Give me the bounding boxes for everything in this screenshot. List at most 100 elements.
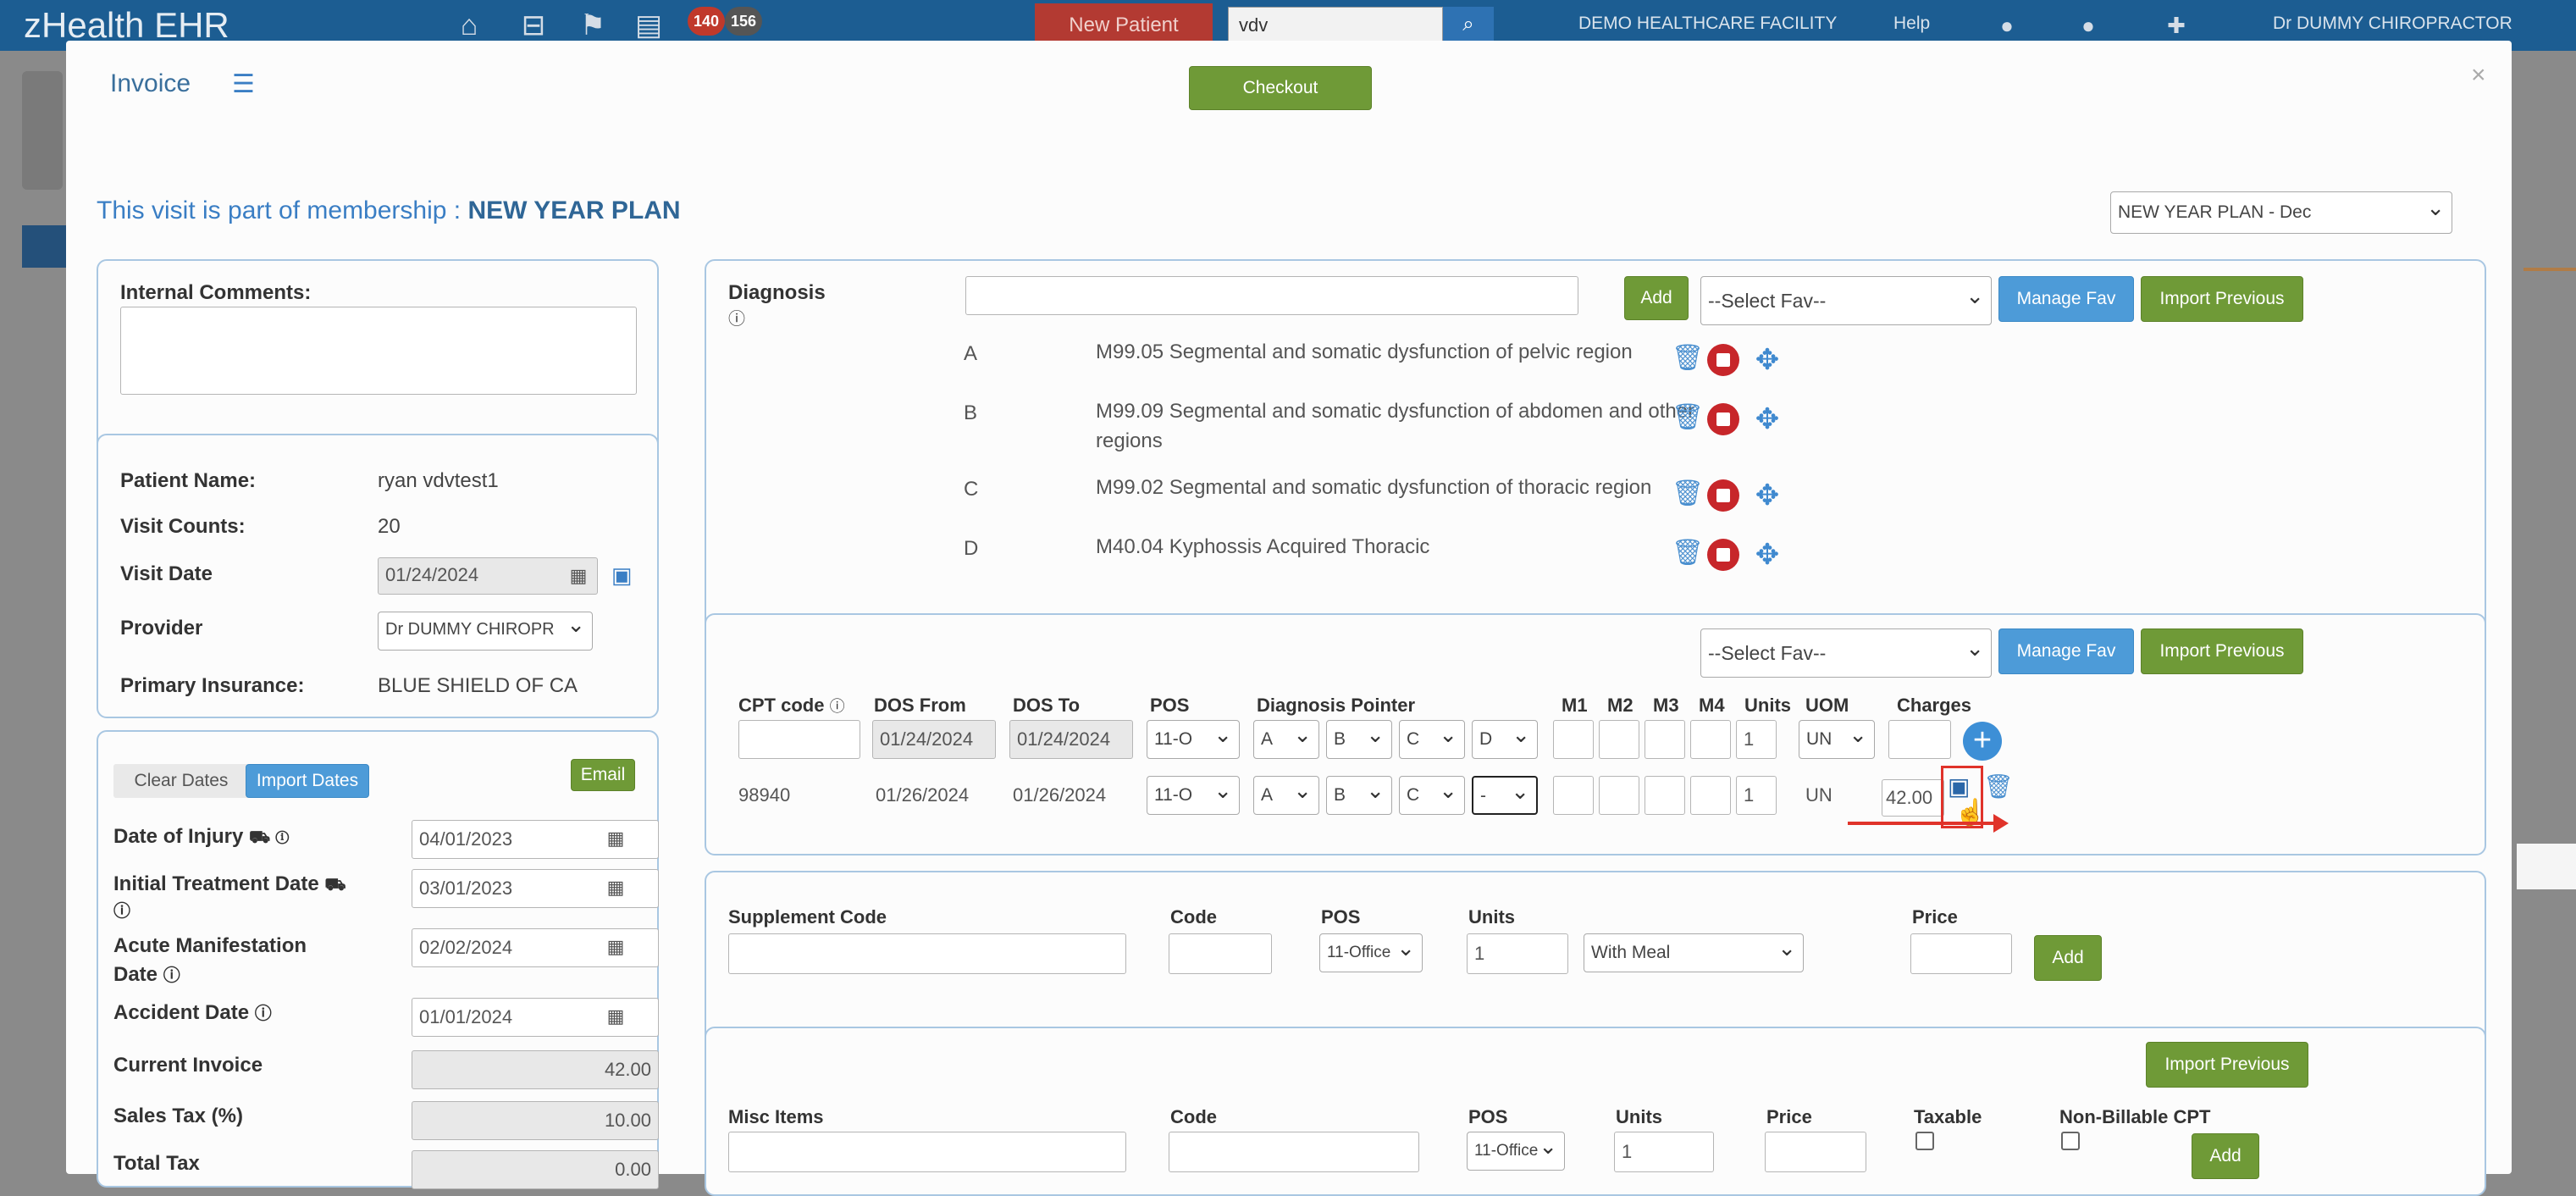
bell-icon[interactable]: ● — [1990, 8, 2024, 42]
diagnosis-letter: D — [964, 537, 979, 560]
row-m4-input[interactable] — [1690, 776, 1731, 815]
dos-from-input[interactable]: 01/24/2024 — [872, 720, 996, 759]
save-row-icon[interactable]: ▣ — [1948, 772, 1970, 800]
diagnosis-add-button[interactable]: Add — [1624, 276, 1689, 320]
supplement-code-input[interactable] — [728, 933, 1126, 974]
move-icon[interactable]: ✥ — [1751, 479, 1783, 512]
calendar-icon[interactable]: ▦ — [567, 566, 589, 586]
flag-icon[interactable]: ⚑ — [576, 8, 610, 42]
membership-select[interactable]: NEW YEAR PLAN - Dec — [2110, 191, 2452, 234]
row-m1-input[interactable] — [1553, 776, 1594, 815]
trash-icon[interactable]: 🗑 — [1672, 539, 1704, 568]
add-user-icon[interactable]: ✚ — [2159, 8, 2193, 42]
pointer-c-select[interactable]: C — [1399, 720, 1465, 759]
misc-pos-select[interactable]: 11-Office — [1467, 1132, 1565, 1171]
supplement-add-button[interactable]: Add — [2034, 935, 2102, 981]
provider-select[interactable]: Dr DUMMY CHIROPR — [378, 612, 593, 651]
misc-taxable-checkbox[interactable] — [1915, 1132, 1934, 1150]
save-icon[interactable]: ▣ — [611, 562, 633, 589]
patient-search-input[interactable]: vdv — [1228, 7, 1443, 42]
diagnosis-search-input[interactable] — [965, 276, 1578, 315]
close-icon[interactable]: × — [2471, 61, 2486, 90]
pos-header: POS — [1150, 695, 1190, 716]
row-pointer-b-select[interactable]: B — [1326, 776, 1392, 815]
diagnosis-fav-select[interactable]: --Select Fav-- — [1700, 276, 1992, 325]
visit-date-input[interactable]: 01/24/2024 — [378, 557, 598, 595]
misc-add-button[interactable]: Add — [2192, 1133, 2259, 1179]
m4-input[interactable] — [1690, 720, 1731, 759]
calendar-icon[interactable]: ▦ — [605, 1006, 627, 1027]
trash-icon[interactable]: 🗑 — [1983, 772, 2014, 800]
home-icon[interactable]: ⌂ — [452, 8, 486, 42]
m3-input[interactable] — [1645, 720, 1685, 759]
cpt-manage-fav-button[interactable]: Manage Fav — [1998, 628, 2134, 674]
misc-price-input[interactable] — [1765, 1132, 1866, 1172]
user-menu[interactable]: Dr DUMMY CHIROPRACTOR — [2273, 14, 2512, 34]
m1-input[interactable] — [1553, 720, 1594, 759]
stop-icon[interactable] — [1707, 479, 1739, 512]
misc-import-previous-button[interactable]: Import Previous — [2146, 1042, 2308, 1088]
diagnosis-import-previous-button[interactable]: Import Previous — [2141, 276, 2303, 322]
cpt-code-input[interactable] — [738, 720, 860, 759]
sales-tax-input[interactable]: 10.00 — [412, 1101, 659, 1140]
trash-icon[interactable]: 🗑 — [1672, 344, 1704, 373]
basket-icon[interactable]: ⊟ — [517, 8, 550, 42]
misc-code-input[interactable] — [1169, 1132, 1419, 1172]
internal-comments-textarea[interactable] — [120, 307, 637, 395]
diagnosis-manage-fav-button[interactable]: Manage Fav — [1998, 276, 2134, 322]
stop-icon[interactable] — [1707, 539, 1739, 571]
cpt-fav-select[interactable]: --Select Fav-- — [1700, 628, 1992, 678]
supplement-price-input[interactable] — [1910, 933, 2012, 974]
move-icon[interactable]: ✥ — [1751, 344, 1783, 376]
messages-badge[interactable]: 156 — [725, 7, 762, 36]
uom-select[interactable]: UN — [1799, 720, 1875, 759]
search-icon[interactable]: ⌕ — [1443, 7, 1494, 42]
alerts-badge[interactable]: 140 — [688, 7, 725, 36]
supplement-meal-select[interactable]: With Meal — [1584, 933, 1804, 972]
calendar-icon[interactable]: ▦ — [605, 828, 627, 849]
row-pointer-a-select[interactable]: A — [1253, 776, 1319, 815]
row-dos-to: 01/26/2024 — [1013, 784, 1107, 806]
supplement-panel: Supplement Code Code POS 11-Office Units… — [705, 871, 2486, 1050]
stop-icon[interactable] — [1707, 344, 1739, 376]
pointer-d-select[interactable]: D — [1472, 720, 1538, 759]
dos-to-input[interactable]: 01/24/2024 — [1009, 720, 1133, 759]
email-button[interactable]: Email — [571, 759, 635, 791]
move-icon[interactable]: ✥ — [1751, 403, 1783, 435]
units-input[interactable]: 1 — [1736, 720, 1777, 759]
diagnosis-letter: A — [964, 342, 978, 365]
clear-dates-button[interactable]: Clear Dates — [113, 764, 249, 798]
row-pointer-d-select[interactable]: - — [1472, 776, 1538, 815]
misc-units-input[interactable]: 1 — [1614, 1132, 1714, 1172]
misc-items-input[interactable] — [728, 1132, 1126, 1172]
supplement-code-field[interactable] — [1169, 933, 1272, 974]
calendar-icon[interactable]: ▦ — [605, 878, 627, 898]
pos-select[interactable]: 11-O — [1147, 720, 1240, 759]
m2-input[interactable] — [1599, 720, 1639, 759]
add-row-icon[interactable]: + — [1963, 722, 2002, 761]
row-units-input[interactable]: 1 — [1736, 776, 1777, 815]
checkout-button[interactable]: Checkout — [1189, 66, 1372, 110]
row-pos-select[interactable]: 11-O — [1147, 776, 1240, 815]
supplement-pos-select[interactable]: 11-Office — [1319, 933, 1423, 972]
row-m3-input[interactable] — [1645, 776, 1685, 815]
charges-input[interactable] — [1888, 720, 1951, 759]
chat-icon[interactable]: ● — [2071, 8, 2105, 42]
move-icon[interactable]: ✥ — [1751, 539, 1783, 571]
trash-icon[interactable]: 🗑 — [1672, 479, 1704, 508]
row-charges-input[interactable]: 42.00 — [1882, 779, 1944, 817]
cpt-import-previous-button[interactable]: Import Previous — [2141, 628, 2303, 674]
calendar-icon[interactable]: ▦ — [605, 937, 627, 957]
row-m2-input[interactable] — [1599, 776, 1639, 815]
trash-icon[interactable]: 🗑 — [1672, 403, 1704, 432]
help-link[interactable]: Help — [1893, 14, 1930, 34]
import-dates-button[interactable]: Import Dates — [246, 764, 369, 798]
pointer-a-select[interactable]: A — [1253, 720, 1319, 759]
clipboard-icon[interactable]: ▤ — [632, 8, 666, 42]
list-icon[interactable]: ☰ — [232, 69, 255, 99]
stop-icon[interactable] — [1707, 403, 1739, 435]
pointer-b-select[interactable]: B — [1326, 720, 1392, 759]
row-pointer-c-select[interactable]: C — [1399, 776, 1465, 815]
supplement-units-input[interactable]: 1 — [1467, 933, 1568, 974]
misc-nonbillable-checkbox[interactable] — [2061, 1132, 2080, 1150]
